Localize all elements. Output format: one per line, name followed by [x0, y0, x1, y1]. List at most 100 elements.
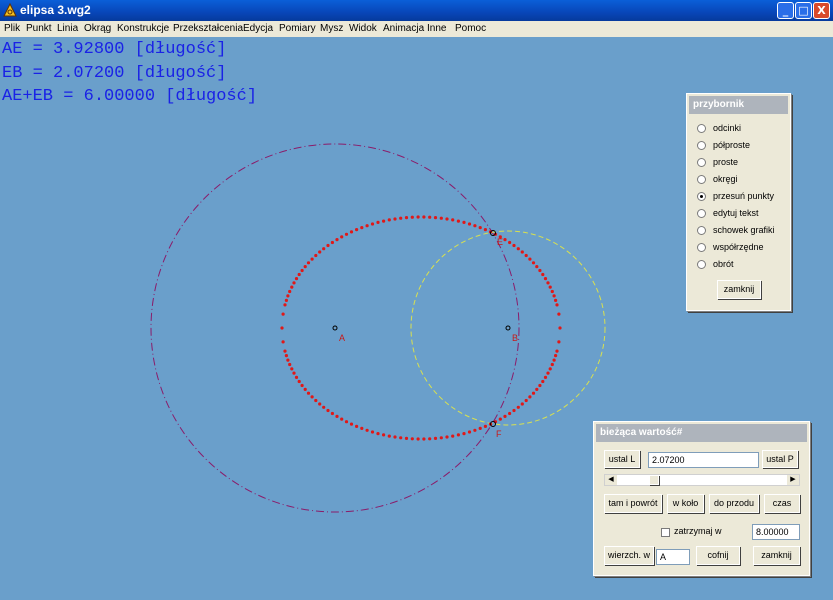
menu-widok[interactable]: Widok — [349, 23, 377, 34]
locus-dot — [410, 437, 414, 441]
locus-dot — [524, 398, 528, 403]
locus-dot — [290, 367, 294, 371]
menu-pomiary[interactable]: Pomiary — [279, 23, 316, 34]
locus-dot — [326, 408, 330, 413]
locus-dot — [467, 430, 472, 434]
point-a[interactable] — [332, 325, 338, 331]
locus-dot — [428, 215, 432, 219]
locus-dot — [292, 281, 296, 285]
loop-button[interactable]: w koło — [667, 494, 704, 513]
locus-dot — [286, 358, 290, 362]
locus-dot — [512, 408, 516, 413]
locus-dot — [503, 238, 507, 242]
locus-dot — [503, 414, 507, 418]
current-value-close-button[interactable]: zamknij — [753, 546, 800, 565]
radio-icon[interactable] — [697, 175, 706, 184]
radio-icon[interactable] — [697, 260, 706, 269]
locus-dot — [288, 289, 292, 294]
locus-dot — [355, 424, 359, 428]
locus-dot — [294, 375, 299, 379]
point-b-label: B — [512, 333, 518, 343]
maximize-button[interactable]: □ — [795, 2, 812, 19]
menu-okrag[interactable]: Okrąg — [84, 23, 111, 34]
locus-dot — [306, 391, 311, 395]
locus-dot — [283, 349, 287, 353]
locus-dot — [376, 220, 380, 224]
menu-punkt[interactable]: Punkt — [26, 23, 52, 34]
locus-dot — [528, 395, 532, 399]
locus-dot — [410, 215, 414, 219]
locus-dot — [286, 294, 290, 298]
locus-dot — [404, 436, 409, 440]
locus-dot — [555, 349, 559, 353]
vertex-button[interactable]: wierzch. w — [604, 546, 654, 565]
value-field[interactable]: 2.07200 — [648, 452, 759, 468]
locus-dot — [543, 277, 548, 281]
menu-konstrukcje[interactable]: Konstrukcje — [117, 23, 169, 34]
locus-dot — [422, 437, 426, 441]
locus-dot — [538, 268, 542, 273]
point-f-label: F — [496, 429, 502, 439]
close-button[interactable]: X — [813, 2, 830, 19]
slider-thumb[interactable] — [649, 475, 660, 485]
menu-pomoc[interactable]: Pomoc — [455, 23, 486, 34]
locus-dot — [478, 226, 482, 230]
locus-dot — [292, 371, 296, 375]
locus-dot — [473, 428, 477, 432]
toolbox-option-label: edytuj tekst — [713, 208, 759, 218]
radio-icon[interactable] — [697, 158, 706, 167]
locus-dot — [520, 250, 524, 254]
locus-dot — [284, 298, 288, 302]
menu-bar: Plik Punkt Linia Okrąg Konstrukcje Przek… — [0, 21, 833, 37]
slider-left-arrow-icon[interactable]: ◀ — [605, 475, 617, 485]
locus-dot — [557, 340, 561, 344]
locus-dot — [349, 230, 354, 234]
locus-dot — [433, 436, 438, 440]
locus-dot — [322, 405, 326, 409]
locus-dot — [365, 224, 369, 228]
locus-dot — [550, 289, 554, 294]
locus-dot — [297, 379, 301, 384]
menu-mysz[interactable]: Mysz — [320, 23, 343, 34]
locus-dot — [382, 219, 386, 223]
locus-dot — [456, 219, 460, 223]
locus-dot — [445, 217, 449, 221]
set-right-button[interactable]: ustal P — [762, 450, 798, 468]
locus-dot — [393, 435, 397, 439]
slider-right-arrow-icon[interactable]: ▶ — [787, 475, 799, 485]
back-and-forth-button[interactable]: tam i powrót — [604, 494, 662, 513]
locus-dot — [340, 417, 344, 421]
stop-value-field[interactable]: 8.00000 — [752, 524, 800, 540]
locus-dot — [546, 281, 550, 285]
undo-button[interactable]: cofnij — [696, 546, 740, 565]
locus-dot — [483, 424, 487, 428]
menu-plik[interactable]: Plik — [4, 23, 20, 34]
menu-linia[interactable]: Linia — [57, 23, 78, 34]
menu-edycja[interactable]: Edycja — [243, 23, 273, 34]
locus-dot — [355, 228, 359, 232]
locus-dot — [473, 224, 477, 228]
menu-animacja[interactable]: Animacja — [383, 23, 424, 34]
radio-selected-icon[interactable] — [697, 192, 706, 201]
minimize-button[interactable]: _ — [777, 2, 794, 19]
forward-button[interactable]: do przodu — [709, 494, 759, 513]
radio-icon[interactable] — [697, 141, 706, 150]
radio-icon[interactable] — [697, 209, 706, 218]
stop-at-checkbox[interactable] — [661, 528, 670, 537]
toolbox-close-button[interactable]: zamknij — [717, 280, 761, 299]
vertex-field[interactable]: A — [656, 549, 690, 565]
value-slider[interactable]: ◀ ▶ — [604, 474, 800, 486]
menu-inne[interactable]: Inne — [427, 23, 446, 34]
radio-icon[interactable] — [697, 243, 706, 252]
radio-icon[interactable] — [697, 226, 706, 235]
radio-icon[interactable] — [697, 124, 706, 133]
set-left-button[interactable]: ustal L — [604, 450, 640, 468]
locus-dot — [538, 383, 542, 388]
locus-dot — [516, 405, 520, 409]
point-b[interactable] — [505, 325, 511, 331]
locus-dot — [541, 272, 545, 277]
time-button[interactable]: czas — [764, 494, 800, 513]
locus-dot — [548, 285, 552, 289]
locus-dot — [370, 430, 375, 434]
menu-przeksztalcenia[interactable]: Przekształcenia — [173, 23, 243, 34]
